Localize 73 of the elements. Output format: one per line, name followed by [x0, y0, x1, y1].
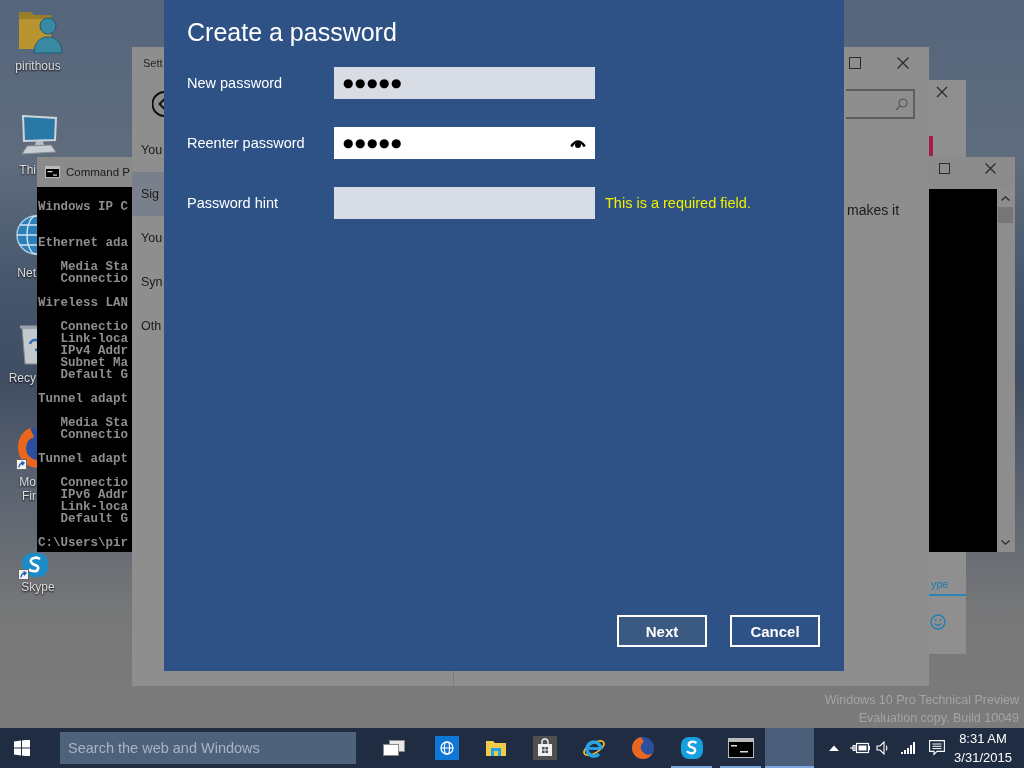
- field-label: Password hint: [187, 194, 279, 213]
- console-line: IPv4 Addr: [60, 345, 128, 357]
- caret-up-icon[interactable]: [829, 745, 839, 751]
- desktop-icon-label[interactable]: Recy: [0, 371, 36, 385]
- desktop-icon-label[interactable]: Thi: [0, 163, 36, 177]
- console-line: Default G: [60, 369, 128, 381]
- desktop-icon-label[interactable]: Net: [0, 266, 36, 280]
- console-line: IPv6 Addr: [60, 489, 128, 501]
- desktop-icon-label[interactable]: Mo Fir: [0, 475, 36, 503]
- battery-plug-icon[interactable]: [850, 742, 870, 754]
- cancel-button[interactable]: Cancel: [730, 615, 820, 647]
- maximize-icon[interactable]: [849, 57, 861, 69]
- nav-item[interactable]: You: [132, 128, 164, 172]
- scroll-up-icon[interactable]: [1001, 196, 1010, 201]
- window-title: Sett: [143, 57, 163, 69]
- speaker-icon[interactable]: [876, 741, 888, 755]
- console-line: Subnet Ma: [60, 357, 128, 369]
- terminal-icon: [45, 166, 60, 178]
- chat-bubble-icon[interactable]: [929, 740, 945, 756]
- console-line: Default G: [60, 513, 128, 525]
- close-icon[interactable]: [936, 86, 948, 98]
- scroll-down-icon[interactable]: [1001, 540, 1010, 545]
- console-line: Tunnel adapt: [38, 393, 128, 405]
- desktop-icon-label[interactable]: pirithous: [0, 59, 76, 73]
- body-text: makes it: [847, 201, 901, 220]
- clock-date[interactable]: 3/31/2015: [954, 748, 1012, 767]
- monitor-icon[interactable]: [19, 114, 59, 155]
- close-icon[interactable]: [985, 163, 996, 174]
- next-button[interactable]: Next: [617, 615, 707, 647]
- task-view-icon: [382, 740, 405, 756]
- shopping-bag-icon: [532, 736, 557, 760]
- globe-ring-icon: [630, 736, 655, 760]
- window-title: Command P: [66, 166, 130, 178]
- console-line: Connectio: [60, 429, 128, 441]
- console-line: Link-loca: [60, 501, 128, 513]
- console-line: C:\Users\pir: [38, 537, 128, 549]
- field-label: Reenter password: [187, 134, 305, 153]
- s-logo-icon[interactable]: [18, 553, 48, 580]
- tiles-icon: [14, 740, 30, 756]
- nav-item[interactable]: Syn: [132, 260, 164, 304]
- password-field[interactable]: ●●●●●: [334, 67, 595, 99]
- maximize-icon[interactable]: [939, 163, 950, 174]
- scrollbar-thumb[interactable]: [998, 207, 1013, 223]
- password-field[interactable]: ●●●●●: [334, 127, 595, 159]
- error-message: This is a required field.: [605, 194, 751, 213]
- console-line: Connectio: [60, 321, 128, 333]
- field-label: New password: [187, 74, 283, 93]
- search-field[interactable]: Search the web and Windows: [60, 732, 356, 764]
- selection-bar: [929, 136, 933, 156]
- nav-item[interactable]: You: [132, 216, 164, 260]
- console-line: Link-loca: [60, 333, 128, 345]
- console-line: Media Sta: [60, 417, 128, 429]
- signal-bars-icon[interactable]: [901, 742, 915, 754]
- text-field[interactable]: [334, 187, 595, 219]
- terminal-icon: [727, 738, 754, 758]
- clock-time[interactable]: 8:31 AM: [959, 729, 1007, 748]
- console-line: Ethernet ada: [38, 237, 128, 249]
- folder-icon: [484, 739, 507, 757]
- nav-item[interactable]: Sig: [132, 172, 164, 216]
- console-line: Connectio: [60, 477, 128, 489]
- console-line: Tunnel adapt: [38, 453, 128, 465]
- console-line: Windows IP C: [38, 201, 128, 213]
- desktop-icon-label[interactable]: Skype: [0, 580, 76, 594]
- s-logo-icon: [679, 736, 704, 760]
- dialog-title: Create a password: [187, 17, 397, 48]
- eye-icon[interactable]: [570, 138, 586, 148]
- search-field[interactable]: [846, 89, 915, 119]
- close-icon[interactable]: [897, 57, 909, 69]
- console-line: Media Sta: [60, 261, 128, 273]
- console-line: Connectio: [60, 273, 128, 285]
- globe-icon: [434, 736, 459, 760]
- console-line: Wireless LAN: [38, 297, 128, 309]
- nav-item[interactable]: Oth: [132, 304, 164, 348]
